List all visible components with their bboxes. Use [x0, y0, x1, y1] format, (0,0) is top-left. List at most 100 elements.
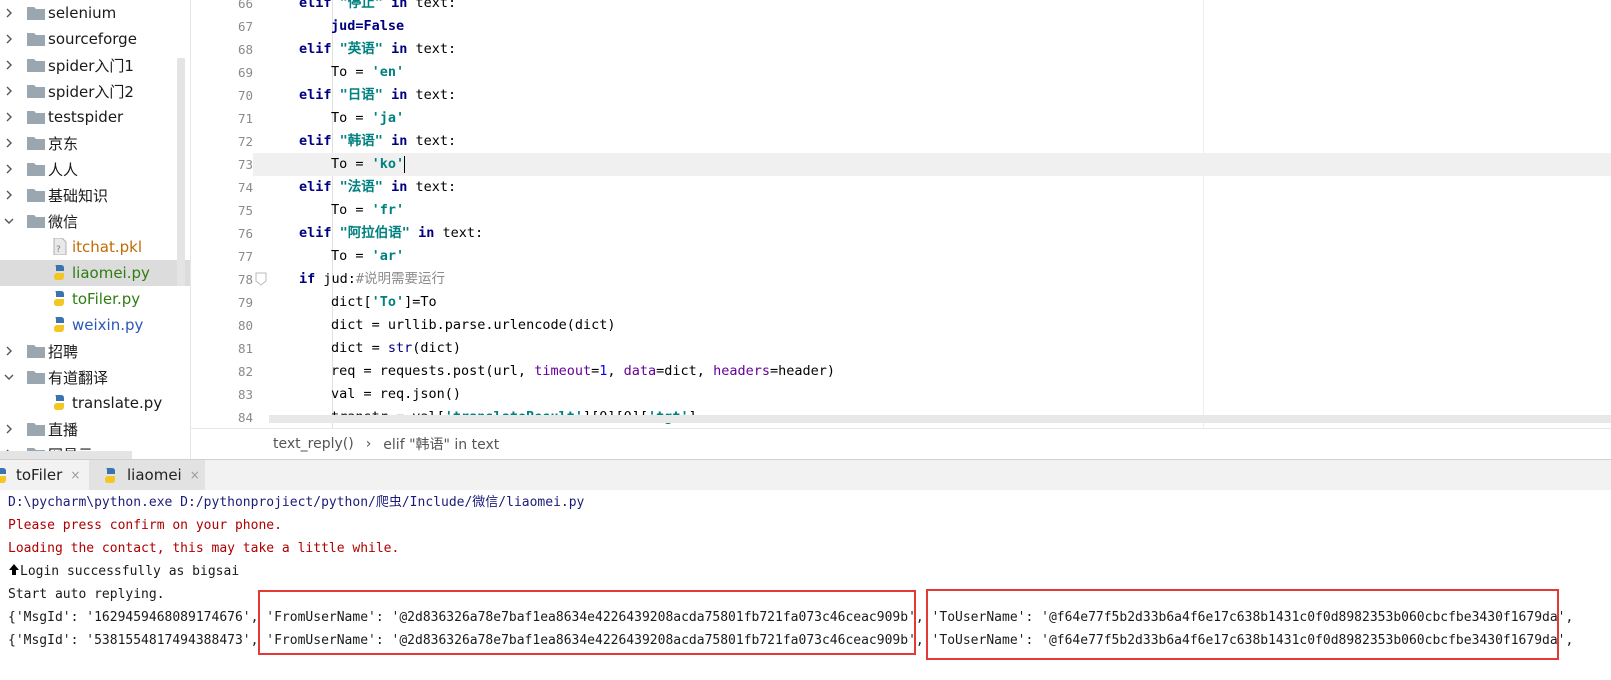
folder-icon	[27, 423, 45, 436]
line-number: 84	[237, 410, 253, 425]
close-icon[interactable]: ×	[70, 468, 80, 482]
code-token: =	[347, 202, 372, 218]
tree-item-label: 京东	[48, 134, 79, 153]
line-number: 76	[237, 226, 253, 241]
chevron-right-icon[interactable]	[4, 130, 14, 156]
tree-horizontal-scrollbar[interactable]	[0, 451, 132, 459]
code-line-69: To = 'en'	[253, 61, 1611, 84]
chevron-right-icon[interactable]	[4, 104, 14, 130]
tree-item-youdao[interactable]: 有道翻译	[0, 364, 190, 390]
line-number: 77	[237, 249, 253, 264]
code-line-72: elif "韩语" in text:	[253, 130, 1611, 153]
chevron-right-icon[interactable]	[4, 52, 14, 78]
console-login-text: Login successfully as bigsai	[20, 564, 240, 579]
code-token: elif	[299, 179, 332, 195]
chevron-down-icon[interactable]	[4, 208, 14, 234]
code-line-79: dict['To']=To	[253, 291, 1611, 314]
folder-icon	[27, 163, 45, 176]
code-token: text:	[407, 179, 457, 195]
code-token: =	[347, 248, 372, 264]
tree-item-testspider[interactable]: testspider	[0, 104, 190, 130]
code-token: dict = urllib.parse.urlencode(dict)	[331, 317, 616, 333]
tree-item-selenium[interactable]: selenium	[0, 0, 190, 26]
chevron-right-icon[interactable]	[4, 26, 14, 52]
line-number: 67	[237, 19, 253, 34]
tree-item-translate-py[interactable]: translate.py	[0, 390, 190, 416]
tab-liaomei[interactable]: liaomei ×	[89, 460, 205, 490]
tree-item-itchat-pkl[interactable]: ? itchat.pkl	[0, 234, 190, 260]
code-token: "法语"	[339, 179, 383, 195]
tree-item-label: itchat.pkl	[72, 238, 143, 256]
code-token: text:	[434, 225, 484, 241]
folder-icon	[27, 137, 45, 150]
line-number: 78	[237, 272, 253, 287]
code-token: "韩语"	[339, 133, 383, 149]
tree-item-sourceforge[interactable]: sourceforge	[0, 26, 190, 52]
tree-item-spider1[interactable]: spider入门1	[0, 52, 190, 78]
code-line-76: elif "阿拉伯语" in text:	[253, 222, 1611, 245]
breadcrumb-branch[interactable]: elif "韩语" in text	[383, 434, 499, 454]
code-line-71: To = 'ja'	[253, 107, 1611, 130]
breadcrumb-separator: ›	[365, 436, 372, 452]
chevron-right-icon[interactable]	[4, 0, 14, 26]
to-username-highlight	[926, 589, 1559, 660]
code-token: if	[299, 271, 316, 287]
code-token: str	[387, 340, 413, 356]
close-icon[interactable]: ×	[190, 468, 200, 482]
tree-item-renren[interactable]: 人人	[0, 156, 190, 182]
tree-item-label: 微信	[48, 212, 79, 231]
chevron-right-icon[interactable]	[4, 416, 14, 442]
code-token: val = req.json()	[331, 386, 462, 402]
code-token: 'ja'	[371, 110, 405, 126]
chevron-right-icon[interactable]	[4, 78, 14, 104]
line-number-gutter: 66 67 68 69 70 71 72 73 74 75 76 77 78 7…	[191, 0, 253, 428]
project-tree: selenium sourceforge spider入门1 spider入门2…	[0, 0, 191, 464]
editor-horizontal-scrollbar[interactable]	[269, 415, 1611, 423]
chevron-down-icon[interactable]	[4, 364, 14, 390]
folder-icon	[27, 371, 45, 384]
breadcrumb-function[interactable]: text_reply()	[273, 436, 354, 452]
line-number: 79	[237, 295, 253, 310]
console-command-line: D:\pycharm\python.exe D:/pythonprojiect/…	[8, 495, 585, 510]
tree-item-label: 基础知识	[48, 186, 109, 205]
tree-item-weixin-py[interactable]: weixin.py	[0, 312, 190, 338]
code-token: To	[331, 64, 348, 80]
tab-label: liaomei	[127, 466, 182, 484]
tree-item-jingdong[interactable]: 京东	[0, 130, 190, 156]
folder-icon	[27, 111, 45, 124]
tree-item-spider2[interactable]: spider入门2	[0, 78, 190, 104]
tree-item-liaomei-py[interactable]: liaomei.py	[0, 260, 190, 286]
code-token: 'ko'	[371, 156, 405, 172]
line-number: 73	[237, 157, 253, 172]
code-editor[interactable]: 66 67 68 69 70 71 72 73 74 75 76 77 78 7…	[191, 0, 1611, 428]
line-number: 70	[237, 88, 253, 103]
tree-item-label: testspider	[48, 108, 124, 126]
line-number: 66	[237, 0, 253, 11]
run-console[interactable]: D:\pycharm\python.exe D:/pythonprojiect/…	[0, 490, 1611, 680]
tree-item-zhibo[interactable]: 直播	[0, 416, 190, 442]
tree-item-label: 人人	[48, 160, 79, 179]
python-file-icon	[54, 291, 64, 306]
code-token: 'ar'	[371, 248, 405, 264]
tree-item-basics[interactable]: 基础知识	[0, 182, 190, 208]
folder-icon	[27, 59, 45, 72]
tree-item-weixin-folder[interactable]: 微信	[0, 208, 190, 234]
chevron-right-icon[interactable]	[4, 182, 14, 208]
code-token: 'en'	[371, 64, 405, 80]
code-line-70: elif "日语" in text:	[253, 84, 1611, 107]
file-icon: ?	[53, 238, 67, 255]
tab-tofiler[interactable]: toFiler ×	[0, 460, 88, 490]
code-token: elif	[299, 133, 332, 149]
tree-item-tofiler-py[interactable]: toFiler.py	[0, 286, 190, 312]
tree-item-label: liaomei.py	[72, 264, 150, 282]
tree-scrollbar[interactable]	[177, 58, 185, 286]
chevron-right-icon[interactable]	[4, 156, 14, 182]
chevron-right-icon[interactable]	[4, 338, 14, 364]
code-line-83: val = req.json()	[253, 383, 1611, 406]
tree-item-label: translate.py	[72, 394, 163, 412]
code-token: elif	[299, 225, 332, 241]
folder-icon	[27, 215, 45, 228]
from-username-highlight	[258, 590, 916, 655]
tree-item-zhaopin[interactable]: 招聘	[0, 338, 190, 364]
text-caret	[404, 155, 406, 173]
